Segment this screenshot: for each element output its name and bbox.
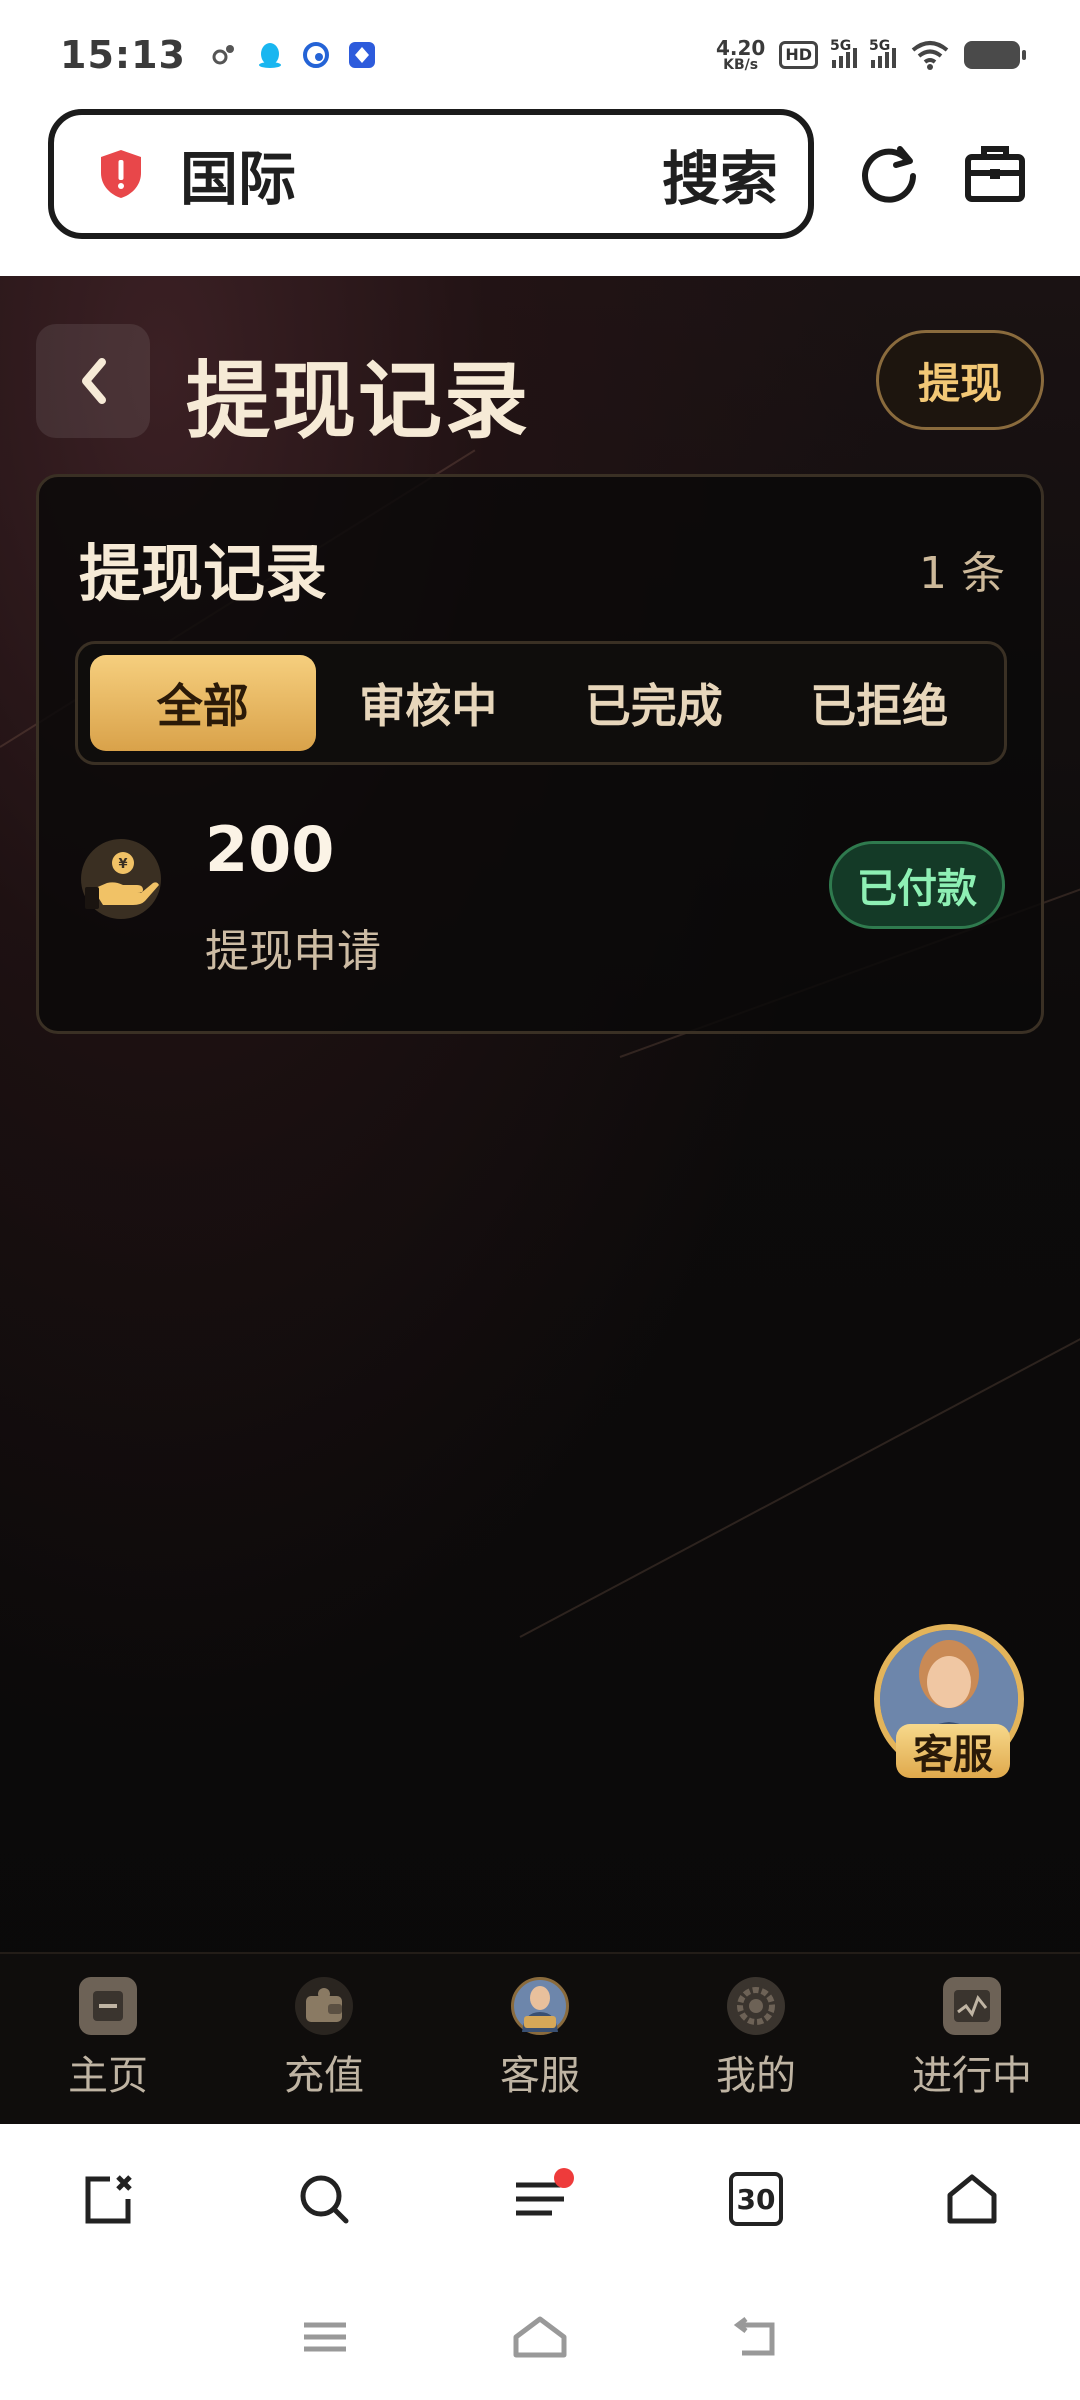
app-notification-icon [348,41,376,69]
wifi-icon [910,41,950,70]
tab-all[interactable]: 全部 [90,655,316,751]
tab-rejected[interactable]: 已拒绝 [767,655,993,751]
nav-label-customer-service: 客服 [500,2053,580,2099]
system-home-icon[interactable] [510,2315,570,2359]
back-button[interactable] [36,324,150,438]
nav-item-home[interactable]: 主页 [0,1954,216,2124]
url-text: 国际 [180,145,297,213]
url-input[interactable]: 国际 搜索 [48,109,814,239]
browser-toolbar: 30 [0,2124,1080,2274]
status-filter-tabs: 全部 审核中 已完成 已拒绝 [75,641,1007,765]
system-navigation-bar [0,2274,1080,2400]
sim1-label: 5G [830,38,852,54]
nav-label-home: 主页 [68,2053,148,2099]
close-page-button[interactable] [0,2124,216,2274]
qq-icon [256,41,284,69]
home-button[interactable] [864,2124,1080,2274]
withdraw-button[interactable]: 提现 [876,330,1044,430]
tabs-button[interactable]: 30 [648,2124,864,2274]
status-bar: 15:13 4.20 KB/s HD 5G 5G [0,0,1080,110]
hd-voice-icon: HD [779,41,818,69]
toolbox-icon[interactable] [962,141,1028,207]
gear-icon [727,1977,785,2035]
signal-sim1-icon: 5G [830,38,857,68]
signal-sim2-icon: 5G [869,38,896,68]
home-icon [79,1977,137,2035]
net-speed-value: 4.20 [715,36,766,60]
network-speed: 4.20 KB/s [716,38,765,72]
refresh-icon[interactable] [856,141,922,207]
recent-apps-icon[interactable] [300,2317,350,2357]
back-icon[interactable] [730,2315,780,2359]
status-badge: 已付款 [829,841,1005,929]
customer-service-label: 客服 [896,1724,1010,1778]
tab-count: 30 [729,2172,783,2226]
chart-icon [943,1977,1001,2035]
decorative-streak [519,1335,1080,1638]
battery-icon [964,41,1026,69]
nav-item-mine[interactable]: 我的 [648,1954,864,2124]
app-content: 提现记录 提现 提现记录 1 条 全部 审核中 已完成 已拒绝 ¥ 200 提现… [0,276,1080,2126]
wallet-icon [295,1977,353,2035]
withdraw-records-card: 提现记录 1 条 全部 审核中 已完成 已拒绝 ¥ 200 提现申请 已付款 [36,474,1044,1034]
home-icon [947,2174,997,2224]
baidu-icon [302,41,330,69]
close-page-icon [85,2175,132,2224]
nav-item-in-progress[interactable]: 进行中 [864,1954,1080,2124]
chevron-left-icon [82,358,106,404]
search-button[interactable]: 搜索 [662,132,778,216]
net-speed-unit: KB/s [723,57,759,73]
notification-icons [210,41,376,69]
nav-label-recharge: 充值 [284,2053,364,2099]
security-warning-icon[interactable] [98,148,144,200]
tab-completed[interactable]: 已完成 [541,655,767,751]
app-bottom-nav: 主页 充值 客服 我的 进行中 [0,1952,1080,2124]
search-button-toolbar[interactable] [216,2124,432,2274]
withdraw-money-icon: ¥ [79,837,163,921]
card-title: 提现记录 [79,537,328,610]
search-icon [300,2175,349,2224]
floating-customer-service-button[interactable]: 客服 [874,1624,1030,1784]
sim2-label: 5G [869,38,891,54]
status-right-icons: 4.20 KB/s HD 5G 5G [716,38,1026,72]
nav-label-in-progress: 进行中 [912,2053,1032,2099]
page-title: 提现记录 [186,352,531,450]
nav-item-customer-service[interactable]: 客服 [432,1954,648,2124]
tab-reviewing[interactable]: 审核中 [316,655,542,751]
svg-text:¥: ¥ [118,857,127,872]
nav-item-recharge[interactable]: 充值 [216,1954,432,2124]
status-time: 15:13 [60,33,186,77]
menu-button[interactable] [432,2124,648,2274]
settings-notification-icon [210,41,238,69]
notification-dot [554,2168,574,2188]
nav-label-mine: 我的 [716,2053,796,2099]
record-count: 1 条 [919,548,1005,599]
record-amount: 200 [205,813,335,886]
browser-address-bar: 国际 搜索 [0,105,1080,275]
customer-service-icon [511,1977,569,2035]
record-description: 提现申请 [205,926,381,977]
